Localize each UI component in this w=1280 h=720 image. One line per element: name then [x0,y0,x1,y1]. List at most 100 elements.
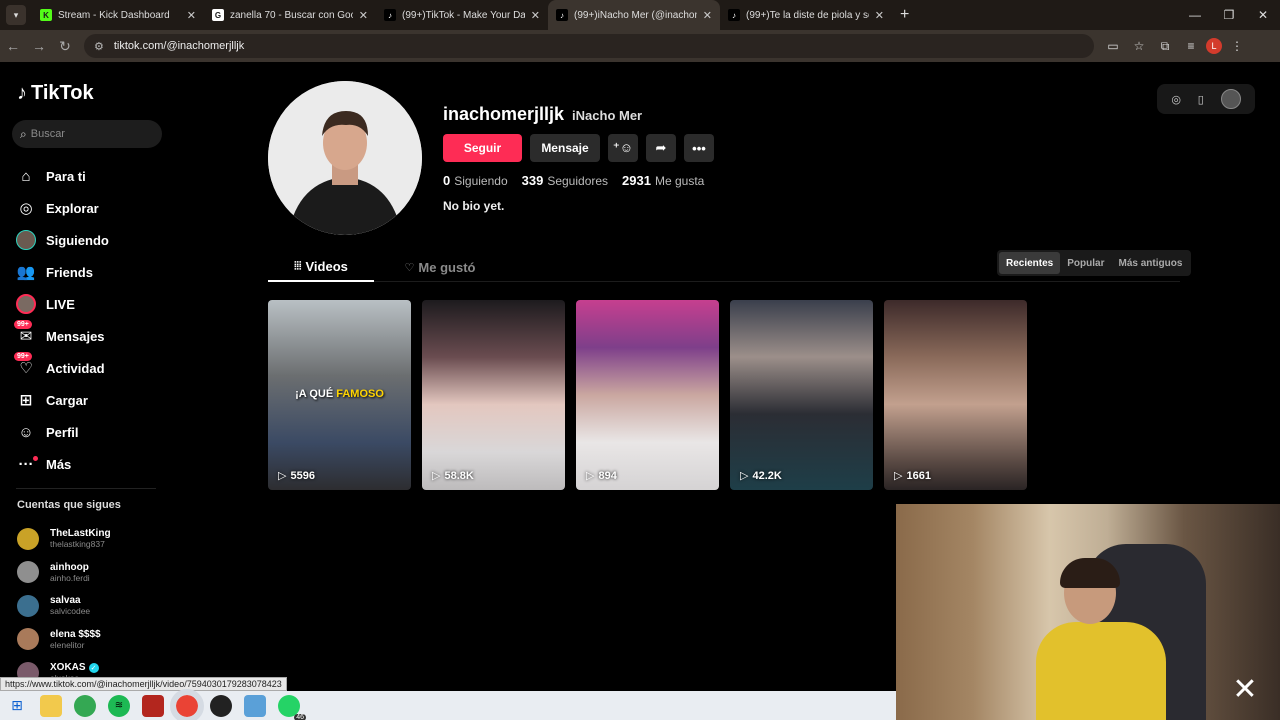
file-explorer-icon[interactable] [40,694,62,717]
sidebar-item-actividad[interactable]: ♡ 99+ Actividad [14,352,186,384]
profile-actions: Seguir Mensaje ⁺☺ ➦ ••• [443,134,714,162]
forward-button[interactable]: → [26,33,52,59]
more-options-button[interactable]: ••• [684,134,714,162]
account-avatar [17,594,39,617]
share-button[interactable]: ➦ [646,134,676,162]
sidebar-item-cargar[interactable]: ⊞ Cargar [16,384,186,416]
address-bar[interactable]: ⚙ tiktok.com/@inachomerjlljk [84,34,1094,58]
sidebar-item-label: LIVE [46,296,75,312]
sort-oldest[interactable]: Más antiguos [1111,252,1189,274]
new-tab-button[interactable]: + [900,6,909,24]
sidebar-item-para-ti[interactable]: ⌂ Para ti [16,160,186,192]
followed-account[interactable]: ainhoop ainho.ferdi [17,556,187,590]
menu-icon[interactable]: ⋮ [1226,35,1248,57]
stream-tool-icon[interactable] [142,694,164,717]
webcam-overlay: ✕ [896,504,1280,720]
tiktok-logo[interactable]: ♪ TikTok [17,82,94,105]
site-info-icon[interactable]: ⚙ [94,40,104,53]
followed-account[interactable]: TheLastKing thelastking837 [17,522,187,556]
tab-favicon-icon: ♪ [384,9,396,21]
messages-icon: ✉ 99+ [14,320,36,346]
video-card[interactable]: ▷ 58.8K [422,300,565,490]
reload-button[interactable]: ↻ [52,33,78,59]
verified-badge-icon: ✓ [88,662,99,673]
close-window-button[interactable]: ✕ [1246,0,1280,30]
suggest-accounts-button[interactable]: ⁺☺ [608,134,638,162]
account-avatar [17,628,39,651]
following-stat[interactable]: 0 Siguiendo [443,173,508,188]
back-button[interactable]: ← [0,33,26,59]
video-card[interactable]: ▷ 894 [576,300,719,490]
account-handle: elenelitor [50,639,85,650]
tab-videos[interactable]: ⦙⦙⦙ Videos [268,252,374,282]
minimize-button[interactable]: — [1178,0,1212,30]
browser-tab-strip: ▾ K Stream - Kick Dashboard ✕ Gzanella 70 -… [0,0,1280,30]
bookmark-star-icon[interactable]: ☆ [1128,35,1150,57]
account-avatar [17,527,39,550]
extensions-icon[interactable]: ⧉ [1154,35,1176,57]
video-card[interactable]: ▷ 1661 [884,300,1027,490]
tab-favicon-icon: ♪ [728,9,740,21]
video-card[interactable]: ▷ 42.2K [730,300,873,490]
cast-icon[interactable]: ▭ [1102,35,1124,57]
sidebar-item-perfil[interactable]: ☺ Perfil [16,416,186,448]
followed-account[interactable]: elena $$$$ elenelitor [17,623,187,657]
restore-button[interactable]: ❐ [1212,0,1246,30]
chrome-icon[interactable] [74,694,96,717]
search-input[interactable]: ⌕ Buscar [12,120,162,148]
chrome-active-icon[interactable] [170,688,204,720]
browser-tab[interactable]: ♪ (99+)TikTok - Make Your Day ✕ [376,0,548,30]
tab-search-button[interactable]: ▾ [6,5,26,25]
tab-close-icon[interactable]: ✕ [875,9,884,22]
streamer [1036,558,1166,720]
browser-tab[interactable]: ♪ (99+)iNacho Mer (@inachomer ✕ [548,0,720,30]
video-caption: ¡A QUÉ FAMOSO [268,388,411,400]
sidebar-item-label: Actividad [46,360,105,376]
followers-label: Seguidores [547,174,609,188]
obs-icon[interactable] [210,694,232,717]
video-card[interactable]: ¡A QUÉ FAMOSO ▷ 5596 [268,300,411,490]
spotify-icon[interactable]: ≋ [108,694,130,717]
sidebar-item-más[interactable]: ··· Más [16,448,186,480]
view-count: ▷ 5596 [278,469,315,483]
whatsapp-icon[interactable]: 46 [278,694,306,720]
following-header: Cuentas que sigues [17,499,121,511]
sidebar-item-live[interactable]: LIVE [16,288,186,320]
profile-avatar-large[interactable] [268,81,422,235]
following-count: 0 [443,173,451,188]
browser-tab[interactable]: K Stream - Kick Dashboard ✕ [32,0,204,30]
user-avatar[interactable] [1220,89,1241,109]
browser-tab[interactable]: ♪ (99+)Te la diste de piola y sos l ✕ [720,0,892,30]
tab-close-icon[interactable]: ✕ [187,9,196,22]
sort-recent[interactable]: Recientes [999,252,1061,274]
coins-icon[interactable]: ◎ [1171,93,1181,106]
sidebar-item-explorar[interactable]: ◎ Explorar [16,192,186,224]
media-icon[interactable]: ≡ [1180,35,1202,57]
followers-stat[interactable]: 339 Seguidores [522,173,608,188]
sidebar-item-mensajes[interactable]: ✉ 99+ Mensajes [14,320,186,352]
tab-close-icon[interactable]: ✕ [703,9,712,22]
sort-popular[interactable]: Popular [1060,252,1111,274]
device-icon[interactable]: ▯ [1198,93,1204,106]
tab-close-icon[interactable]: ✕ [531,9,540,22]
sidebar-item-siguiendo[interactable]: Siguiendo [16,224,186,256]
profile-photo [268,81,422,235]
message-button[interactable]: Mensaje [530,134,600,162]
followed-account[interactable]: salvaa salvicodee [17,589,187,623]
windows-start-icon[interactable]: ⊞ [6,695,28,717]
browser-tab[interactable]: Gzanella 70 - Buscar con Google ✕ [204,0,376,30]
sidebar-item-label: Explorar [46,200,99,216]
sidebar-item-friends[interactable]: 👥 Friends [16,256,186,288]
tab-favicon-icon: ♪ [556,9,568,21]
tab-liked[interactable]: ♡ Me gustó [390,252,490,282]
app-icon[interactable] [244,694,266,717]
live-icon [16,294,36,314]
follow-button[interactable]: Seguir [443,134,522,162]
address-toolbar: ← → ↻ ⚙ tiktok.com/@inachomerjlljk ▭ ☆ ⧉… [0,30,1280,62]
home-icon: ⌂ [21,167,31,185]
sidebar-nav: ⌂ Para ti ◎ Explorar Siguiendo 👥 Friends LIVE ✉ 9… [14,160,186,480]
tab-title: (99+)TikTok - Make Your Day [402,9,525,21]
sidebar-item-label: Siguiendo [46,232,109,248]
profile-avatar[interactable]: L [1206,38,1222,54]
tab-close-icon[interactable]: ✕ [359,9,368,22]
